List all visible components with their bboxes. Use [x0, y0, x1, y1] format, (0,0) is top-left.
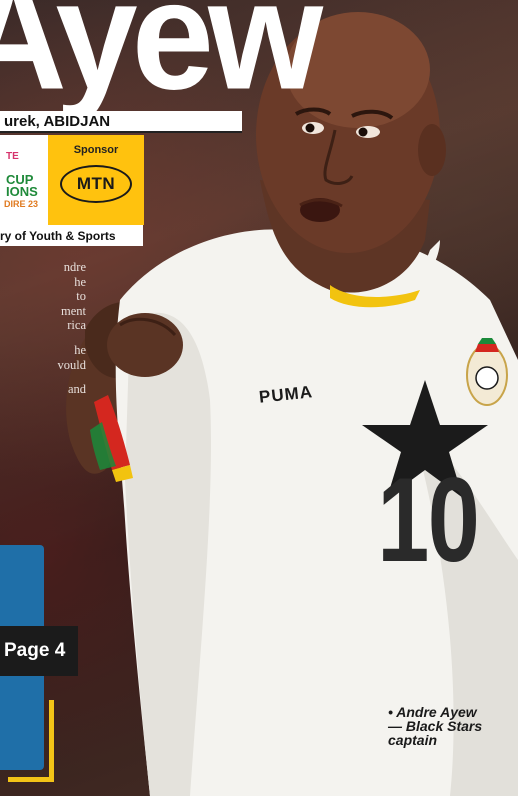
caption-line: — Black Stars: [388, 718, 483, 734]
afcon-logo-mark: TE: [6, 151, 19, 162]
article-line: ment: [61, 303, 86, 318]
headline: Ayew: [0, 0, 323, 123]
mtn-logo: MTN: [60, 165, 132, 203]
sponsor-label: Sponsor: [73, 144, 119, 156]
ministry-credit: ry of Youth & Sports: [0, 229, 116, 243]
mtn-logo-text: MTN: [76, 174, 116, 193]
article-line: to: [76, 289, 86, 304]
page-reference-text: Page 4: [4, 640, 66, 661]
newspaper-page: PUMA 10 Ayew urek, ABIDJAN TE CUP IONS D…: [0, 0, 518, 796]
jersey-number: 10: [377, 453, 480, 587]
article-line: and: [67, 382, 86, 397]
article-line: vould: [57, 357, 86, 372]
byline: urek, ABIDJAN: [4, 113, 111, 130]
article-line: he: [74, 342, 86, 357]
afcon-logo-ivoire: DIRE 23: [4, 199, 39, 209]
article-line: ndre: [63, 260, 86, 274]
page-reference[interactable]: Page 4: [0, 626, 78, 676]
photo-caption: • Andre Ayew — Black Stars captain: [388, 705, 508, 747]
promo-frame: [8, 700, 54, 782]
afcon-logo-ions: IONS: [6, 184, 38, 199]
caption-line: captain: [388, 732, 438, 748]
article-body: ndre he to ment rica he vould and: [0, 260, 86, 397]
article-line: rica: [67, 318, 86, 333]
caption-line: • Andre Ayew: [388, 704, 477, 720]
article-line: he: [74, 274, 86, 289]
